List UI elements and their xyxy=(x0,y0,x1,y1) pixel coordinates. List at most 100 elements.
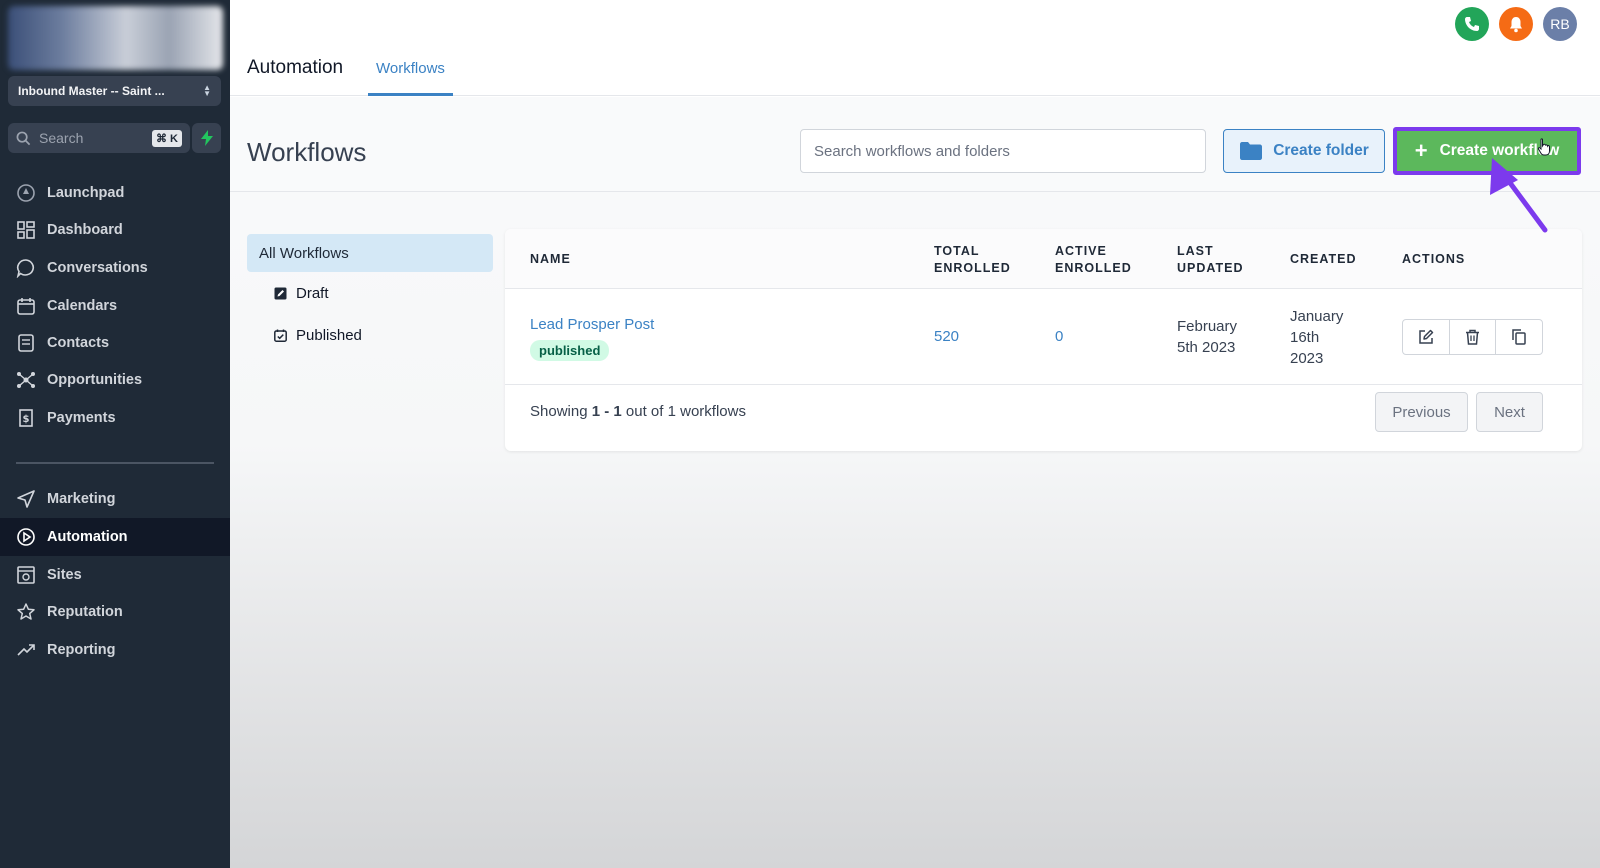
company-logo[interactable] xyxy=(8,6,223,70)
sidebar-item-label: Sites xyxy=(47,567,82,583)
avatar[interactable]: RB xyxy=(1543,7,1577,41)
header-line: ENROLLED xyxy=(934,261,1011,275)
created-value: January 16th 2023 xyxy=(1290,306,1343,369)
edit-button[interactable] xyxy=(1403,320,1450,354)
trend-icon xyxy=(17,644,35,656)
receipt-icon: $ xyxy=(19,409,33,427)
sidebar-item-label: Marketing xyxy=(47,491,116,507)
sidebar-item-label: Opportunities xyxy=(47,372,143,388)
workflow-name-link[interactable]: Lead Prosper Post xyxy=(530,316,654,333)
shortcut-badge: ⌘ K xyxy=(152,129,182,147)
chat-icon xyxy=(16,259,35,278)
account-name: Inbound Master -- Saint ... xyxy=(18,84,165,98)
chevron-updown-icon: ▲ ▼ xyxy=(203,83,211,98)
calendar-icon xyxy=(17,298,35,315)
folder-published[interactable]: Published xyxy=(247,314,493,356)
folder-label: Draft xyxy=(296,284,329,302)
sidebar-item-label: Payments xyxy=(47,410,116,426)
column-header-actions: ACTIONS xyxy=(1402,252,1466,266)
active-enrolled-link[interactable]: 0 xyxy=(1055,328,1063,345)
phone-button[interactable] xyxy=(1455,7,1489,41)
sidebar-item-launchpad[interactable]: Launchpad xyxy=(0,174,230,212)
rocket-icon xyxy=(17,184,35,202)
sidebar-item-dashboard[interactable]: Dashboard xyxy=(0,211,230,249)
page-section-title: Automation xyxy=(247,57,344,78)
header-line: TOTAL xyxy=(934,244,980,258)
network-icon xyxy=(17,372,35,388)
sidebar-item-payments[interactable]: $ Payments xyxy=(0,399,230,437)
sidebar-item-contacts[interactable]: Contacts xyxy=(0,324,230,362)
summary-range: 1 - 1 xyxy=(591,403,622,420)
quick-action-button[interactable] xyxy=(192,123,221,153)
delete-button[interactable] xyxy=(1450,320,1497,354)
folder-icon xyxy=(1240,142,1263,160)
pagination-summary: Showing 1 - 1 out of 1 workflows xyxy=(530,403,746,420)
table-row: Lead Prosper Post published 520 0 Februa… xyxy=(505,289,1582,385)
summary-suffix: out of 1 workflows xyxy=(621,403,746,420)
main-content: Workflows Create folder + Create workflo… xyxy=(230,97,1600,868)
column-header-total-enrolled[interactable]: TOTAL ENROLLED xyxy=(934,243,1011,277)
duplicate-button[interactable] xyxy=(1496,320,1542,354)
date-line: February xyxy=(1177,318,1238,335)
globe-icon xyxy=(17,566,35,584)
sidebar-item-calendars[interactable]: Calendars xyxy=(0,287,230,325)
folder-label: All Workflows xyxy=(259,244,349,262)
date-line: 16th xyxy=(1290,329,1320,346)
table-header: NAME TOTAL ENROLLED ACTIVE ENROLLED LAST… xyxy=(505,229,1582,289)
avatar-initials: RB xyxy=(1550,16,1570,32)
grid-icon xyxy=(17,221,35,239)
star-icon xyxy=(17,603,35,620)
summary-prefix: Showing xyxy=(530,403,592,420)
folder-label: Published xyxy=(296,326,362,344)
sidebar-item-label: Launchpad xyxy=(47,185,125,201)
next-page-button[interactable]: Next xyxy=(1476,392,1543,432)
edit-icon xyxy=(1419,329,1434,344)
date-line: 2023 xyxy=(1290,350,1324,367)
total-enrolled-link[interactable]: 520 xyxy=(934,328,959,345)
draft-icon xyxy=(274,287,287,299)
header-line: LAST xyxy=(1177,244,1214,258)
sidebar-item-reputation[interactable]: Reputation xyxy=(0,593,230,631)
page-title: Workflows xyxy=(247,137,367,167)
contacts-icon xyxy=(18,334,34,352)
column-header-created[interactable]: CREATED xyxy=(1290,251,1357,268)
sidebar-search[interactable]: Search ⌘ K xyxy=(8,123,190,153)
sidebar-item-conversations[interactable]: Conversations xyxy=(0,249,230,287)
sidebar-item-opportunities[interactable]: Opportunities xyxy=(0,361,230,399)
search-placeholder: Search xyxy=(39,130,84,146)
sidebar-item-label: Calendars xyxy=(47,298,118,314)
sidebar-item-label: Conversations xyxy=(47,260,148,276)
status-badge: published xyxy=(530,340,610,361)
column-header-name[interactable]: NAME xyxy=(530,251,571,268)
workflow-search-input[interactable] xyxy=(800,129,1206,173)
folder-draft[interactable]: Draft xyxy=(247,272,493,314)
date-line: January xyxy=(1290,308,1344,325)
column-header-last-updated[interactable]: LAST UPDATED xyxy=(1177,243,1244,277)
previous-page-button[interactable]: Previous xyxy=(1375,392,1468,432)
last-updated-value: February 5th 2023 xyxy=(1177,316,1237,358)
sidebar-item-label: Dashboard xyxy=(47,222,123,238)
automation-icon xyxy=(17,528,35,546)
plus-icon: + xyxy=(1414,138,1428,163)
create-folder-button[interactable]: Create folder xyxy=(1223,129,1385,173)
bell-icon xyxy=(1510,16,1522,32)
sidebar-item-label: Contacts xyxy=(47,335,110,351)
svg-text:$: $ xyxy=(23,414,30,425)
trash-icon xyxy=(1466,329,1479,345)
sidebar-item-label: Reputation xyxy=(47,604,123,620)
notifications-button[interactable] xyxy=(1499,7,1533,41)
sidebar-item-automation[interactable]: Automation xyxy=(0,518,230,556)
sidebar-item-reporting[interactable]: Reporting xyxy=(0,631,230,669)
account-switcher[interactable]: Inbound Master -- Saint ... ▲ ▼ xyxy=(8,76,221,106)
column-header-active-enrolled[interactable]: ACTIVE ENROLLED xyxy=(1055,243,1132,277)
row-actions xyxy=(1402,319,1543,355)
tab-workflows[interactable]: Workflows xyxy=(368,60,453,96)
sidebar-item-label: Reporting xyxy=(47,642,116,658)
phone-icon xyxy=(1465,17,1479,31)
cursor-hand-icon xyxy=(1537,138,1550,156)
folder-all-workflows[interactable]: All Workflows xyxy=(247,234,493,272)
sidebar-item-marketing[interactable]: Marketing xyxy=(0,480,230,518)
folder-list: All Workflows Draft Published xyxy=(247,234,493,356)
sidebar-item-sites[interactable]: Sites xyxy=(0,556,230,594)
workflows-table: NAME TOTAL ENROLLED ACTIVE ENROLLED LAST… xyxy=(505,229,1582,451)
